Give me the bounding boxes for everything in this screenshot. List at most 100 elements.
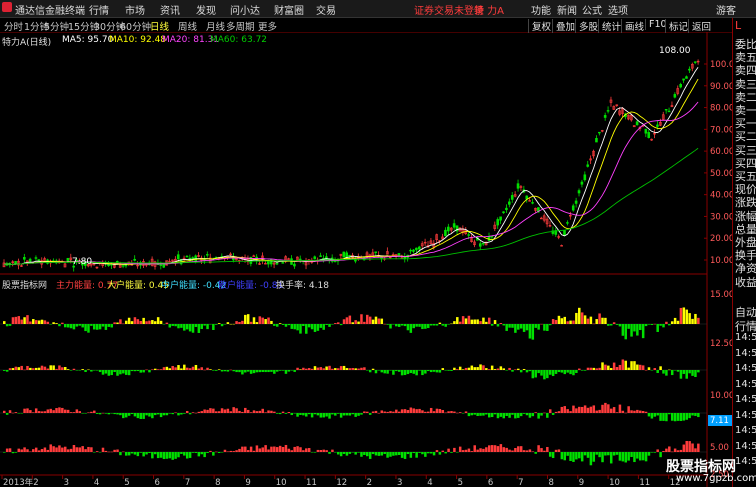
- indicator-bar: [66, 324, 70, 328]
- period-7[interactable]: 周线: [178, 19, 197, 33]
- indicator-bar: [464, 411, 468, 413]
- menu-trade[interactable]: 交易: [316, 2, 336, 17]
- indicator-bar: [232, 451, 235, 452]
- tool-1[interactable]: 叠加: [552, 19, 575, 33]
- tool-3[interactable]: 统计: [598, 19, 621, 33]
- indicator-bar: [69, 370, 73, 371]
- indicator-bar: [8, 368, 12, 370]
- indicator-bar: [223, 409, 227, 413]
- indicator-bar: [546, 324, 549, 331]
- menu-discover[interactable]: 发现: [196, 2, 216, 17]
- indicator-bar: [273, 411, 276, 413]
- tool-7[interactable]: 返回: [688, 19, 711, 33]
- indicator-bar: [511, 370, 514, 372]
- indicator-bar: [116, 370, 119, 376]
- indicator-bar: [319, 367, 323, 370]
- indicator-bar: [133, 317, 137, 324]
- candle-body: [447, 226, 450, 232]
- menu-options[interactable]: 选项: [608, 2, 628, 17]
- indicator-bar: [305, 368, 308, 370]
- candle-body: [531, 202, 534, 204]
- indicator-bar: [450, 323, 453, 325]
- indicator-bar: [148, 413, 151, 417]
- indicator-bar: [185, 452, 189, 459]
- indicator-bar: [26, 408, 29, 413]
- menu-market[interactable]: 市场: [125, 2, 145, 17]
- indicator-bar: [389, 452, 392, 457]
- indicator-bar: [371, 452, 375, 455]
- indicator-bar: [159, 413, 163, 418]
- indicator-bar: [212, 452, 215, 456]
- indicator-bar: [185, 324, 189, 330]
- indicator-bar: [316, 413, 320, 416]
- indicator-bar: [58, 407, 61, 413]
- indicator-bar: [58, 445, 61, 452]
- indicator-bar: [525, 324, 529, 331]
- indicator-bar: [409, 407, 413, 413]
- tool-2[interactable]: 多股: [575, 19, 598, 33]
- menu-function[interactable]: 功能: [531, 2, 551, 17]
- indicator-bar: [43, 447, 47, 452]
- menu-guest[interactable]: 游客: [716, 2, 736, 17]
- indicator-bar: [26, 315, 29, 324]
- indicator-bar: [171, 324, 174, 326]
- period-0[interactable]: 分时: [4, 19, 23, 33]
- date-tick-13: 3: [397, 478, 402, 487]
- indicator-bar: [694, 413, 697, 416]
- indicator-bar: [456, 317, 459, 324]
- menu-wealth[interactable]: 财富圈: [274, 2, 304, 17]
- indicator-bar: [183, 413, 186, 414]
- tool-4[interactable]: 画线: [621, 19, 644, 33]
- indicator-bar: [499, 322, 503, 324]
- indicator-bar: [110, 451, 113, 453]
- indicator-bar: [238, 448, 241, 452]
- indicator-bar: [34, 367, 38, 370]
- period-2[interactable]: 5分钟: [44, 19, 69, 33]
- indicator-bar: [58, 365, 61, 370]
- period-10[interactable]: 更多: [258, 19, 277, 33]
- indicator-bar: [368, 370, 372, 373]
- menu-ask[interactable]: 问小达: [230, 2, 260, 17]
- candle-body: [14, 261, 17, 265]
- candle-body: [275, 263, 279, 265]
- indicator-bar: [217, 369, 221, 370]
- candle-body: [682, 78, 685, 81]
- period-9[interactable]: 多周期: [226, 19, 255, 33]
- period-6[interactable]: 日线: [150, 19, 169, 33]
- indicator-bar: [101, 324, 105, 327]
- indicator-bar: [174, 412, 177, 413]
- period-5[interactable]: 60分钟: [120, 19, 151, 33]
- indicator-bar: [37, 320, 41, 324]
- indicator-bar: [32, 368, 35, 370]
- date-tick-12: 2: [367, 478, 372, 487]
- kline-chart[interactable]: 100.0 90.00 80.00 70.00 60.00 50.00 40.00 30.00…: [0, 32, 732, 487]
- indicator-bar: [273, 324, 276, 326]
- period-8[interactable]: 月线: [206, 19, 225, 33]
- indicator-bar: [17, 367, 21, 370]
- indicator-bar: [537, 324, 540, 330]
- indicator-bar: [598, 409, 601, 413]
- indicator-bar: [415, 409, 418, 413]
- candle-body: [452, 223, 456, 228]
- date-tick-11: 12: [336, 478, 347, 487]
- menu-news2[interactable]: 新闻: [557, 2, 577, 17]
- indicator-bar: [136, 413, 140, 419]
- indicator-bar: [32, 319, 35, 324]
- tool-6[interactable]: 标记: [665, 19, 688, 33]
- indicator-bar: [168, 413, 172, 414]
- menu-quotes[interactable]: 行情: [89, 2, 109, 17]
- indicator-bar: [52, 446, 55, 452]
- menu-news[interactable]: 资讯: [160, 2, 180, 17]
- menu-formula[interactable]: 公式: [582, 2, 602, 17]
- indicator-bar: [357, 413, 360, 416]
- indicator-bar: [75, 324, 79, 327]
- tool-0[interactable]: 复权: [528, 19, 551, 33]
- date-tick-19: 9: [579, 478, 584, 487]
- tool-5[interactable]: F10: [645, 19, 667, 30]
- candle-body: [496, 219, 500, 226]
- indicator-bar: [641, 324, 645, 339]
- indicator-bar: [427, 452, 430, 454]
- indicator-bar: [113, 449, 116, 452]
- candle-body: [467, 234, 470, 236]
- indicator-bar: [98, 452, 102, 453]
